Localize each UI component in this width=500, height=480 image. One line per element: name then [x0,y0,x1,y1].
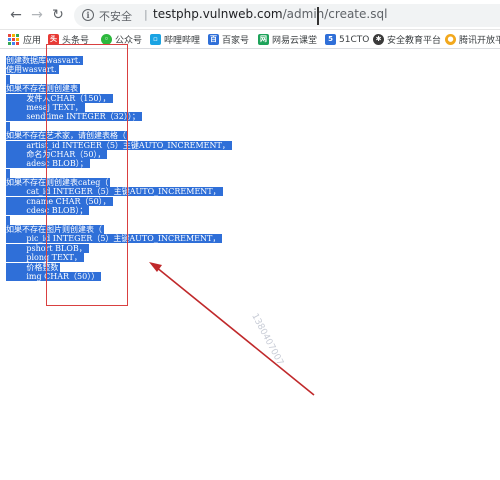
annotation-arrow-icon [149,262,315,396]
